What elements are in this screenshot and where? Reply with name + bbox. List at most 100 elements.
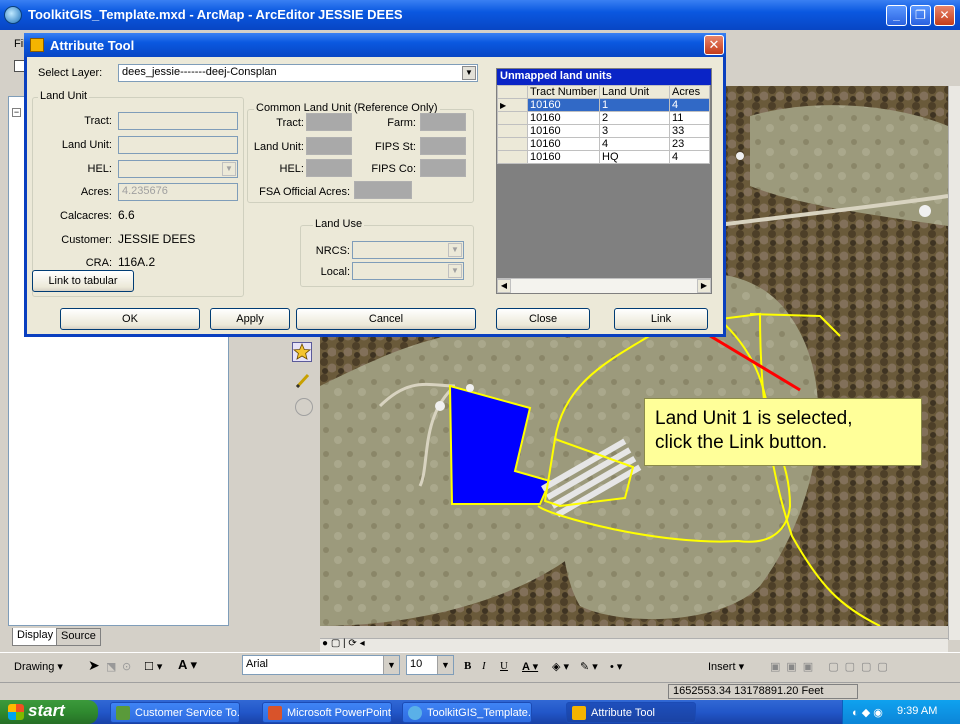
- chevron-down-icon[interactable]: ▼: [222, 162, 236, 176]
- select-arrow-icon[interactable]: ➤: [88, 657, 100, 674]
- underline-icon[interactable]: U: [500, 660, 508, 672]
- clu-hel-field: [306, 159, 352, 177]
- chevron-down-icon[interactable]: ▼: [462, 66, 476, 80]
- select-layer-value: dees_jessie-------deej-Consplan: [122, 66, 277, 78]
- acres-cell[interactable]: 23: [669, 137, 710, 151]
- tab-source[interactable]: Source: [56, 628, 101, 646]
- layout-tools-icon[interactable]: ▣▣▣ ▢▢▢▢: [770, 660, 894, 673]
- marker-color-icon[interactable]: • ▾: [610, 660, 622, 673]
- dialog-close-button[interactable]: ✕: [704, 35, 724, 55]
- select-layer-dropdown[interactable]: dees_jessie-------deej-Consplan ▼: [118, 64, 478, 82]
- land-unit-cell[interactable]: 3: [599, 124, 670, 138]
- close-button[interactable]: ✕: [934, 5, 955, 26]
- grid-table[interactable]: Tract Number Land Unit Acres ▶ 10160 1 4…: [497, 85, 710, 164]
- column-header-acres[interactable]: Acres: [669, 85, 710, 99]
- acres-cell[interactable]: 33: [669, 124, 710, 138]
- task-arcmap[interactable]: ToolkitGIS_Template....: [402, 702, 532, 723]
- tray-icons[interactable]: ◐ ◆ ◉: [852, 706, 883, 719]
- star-icon[interactable]: [292, 342, 312, 362]
- table-row[interactable]: 10160 HQ 4: [497, 150, 710, 164]
- column-header-tract[interactable]: Tract Number: [527, 85, 600, 99]
- tract-cell[interactable]: 10160: [527, 137, 600, 151]
- local-dropdown[interactable]: ▼: [352, 262, 464, 280]
- acres-cell[interactable]: 11: [669, 111, 710, 125]
- font-name-combo[interactable]: Arial ▼: [242, 655, 400, 675]
- bold-icon[interactable]: B: [464, 660, 471, 672]
- land-unit-cell[interactable]: 2: [599, 111, 670, 125]
- table-row[interactable]: ▶ 10160 1 4: [497, 98, 710, 112]
- task-attribute-tool[interactable]: Attribute Tool: [566, 702, 696, 723]
- map-horizontal-scrollbar[interactable]: [320, 638, 948, 652]
- chevron-down-icon[interactable]: ▼: [437, 656, 453, 674]
- table-icon: [30, 38, 44, 52]
- hel-dropdown[interactable]: ▼: [118, 160, 238, 178]
- callout-line-1: Land Unit 1 is selected,: [655, 408, 853, 429]
- tract-cell[interactable]: 10160: [527, 124, 600, 138]
- nrcs-label: NRCS:: [315, 245, 350, 257]
- table-row[interactable]: 10160 2 11: [497, 111, 710, 125]
- zoom-icon[interactable]: ⊙: [122, 660, 131, 673]
- current-row-icon: ▶: [497, 98, 528, 112]
- nrcs-dropdown[interactable]: ▼: [352, 241, 464, 259]
- clu-fips-st-field: [420, 137, 466, 155]
- italic-icon[interactable]: I: [482, 660, 486, 672]
- land-unit-cell[interactable]: HQ: [599, 150, 670, 164]
- column-header-land-unit[interactable]: Land Unit: [599, 85, 670, 99]
- toc-expand-icon[interactable]: −: [12, 108, 21, 117]
- rotate-icon[interactable]: ⬔: [106, 660, 116, 673]
- minimize-button[interactable]: _: [886, 5, 907, 26]
- fill-color-icon[interactable]: ◈ ▾: [552, 660, 569, 673]
- link-button[interactable]: Link: [614, 308, 708, 330]
- land-unit-cell[interactable]: 4: [599, 137, 670, 151]
- link-to-tabular-button[interactable]: Link to tabular: [32, 270, 134, 292]
- rectangle-icon[interactable]: ☐ ▾: [144, 660, 162, 673]
- clock[interactable]: 9:39 AM: [897, 705, 937, 717]
- tract-label: Tract:: [84, 115, 112, 127]
- clu-land-unit-field: [306, 137, 352, 155]
- insert-menu[interactable]: Insert ▾: [708, 660, 744, 673]
- scroll-left-icon[interactable]: ◀: [497, 279, 511, 293]
- land-unit-cell[interactable]: 1: [599, 98, 670, 112]
- tract-cell[interactable]: 10160: [527, 111, 600, 125]
- acres-field[interactable]: 4.235676: [118, 183, 238, 201]
- chevron-down-icon[interactable]: ▼: [383, 656, 399, 674]
- apply-button[interactable]: Apply: [210, 308, 290, 330]
- line-color-icon[interactable]: ✎ ▾: [580, 660, 598, 673]
- chevron-down-icon[interactable]: ▼: [448, 264, 462, 278]
- task-customer-service[interactable]: Customer Service To...: [110, 702, 240, 723]
- tab-display[interactable]: Display: [12, 628, 59, 646]
- task-label: ToolkitGIS_Template....: [427, 707, 532, 719]
- font-size-value: 10: [410, 658, 423, 670]
- circle-icon[interactable]: [295, 398, 313, 416]
- dialog-title-bar[interactable]: Attribute Tool: [24, 33, 726, 57]
- map-vertical-scrollbar[interactable]: [948, 86, 960, 640]
- cancel-button[interactable]: Cancel: [296, 308, 476, 330]
- customer-label: Customer:: [61, 234, 112, 246]
- tract-field[interactable]: [118, 112, 238, 130]
- pencil-icon[interactable]: [294, 372, 312, 390]
- ok-button[interactable]: OK: [60, 308, 200, 330]
- app-owner: JESSIE DEES: [318, 7, 403, 22]
- font-color-icon[interactable]: A ▾: [522, 660, 538, 673]
- land-unit-field[interactable]: [118, 136, 238, 154]
- task-powerpoint[interactable]: Microsoft PowerPoint ...: [262, 702, 392, 723]
- scroll-right-icon[interactable]: ▶: [697, 279, 711, 293]
- table-row[interactable]: 10160 4 23: [497, 137, 710, 151]
- tract-cell[interactable]: 10160: [527, 150, 600, 164]
- close-dialog-button[interactable]: Close: [496, 308, 590, 330]
- chevron-down-icon[interactable]: ▼: [448, 243, 462, 257]
- font-size-combo[interactable]: 10 ▼: [406, 655, 454, 675]
- table-row[interactable]: 10160 3 33: [497, 124, 710, 138]
- tract-cell[interactable]: 10160: [527, 98, 600, 112]
- drawing-menu[interactable]: Drawing ▾: [14, 660, 63, 673]
- row-header-cell: [497, 85, 528, 99]
- font-name-value: Arial: [246, 658, 269, 670]
- layout-view-toggle[interactable]: ● ▢ | ⟳ ◂: [322, 638, 368, 652]
- cra-value: 116A.2: [118, 255, 156, 269]
- grid-header-row: Tract Number Land Unit Acres: [497, 85, 710, 99]
- restore-button[interactable]: ❐: [910, 5, 931, 26]
- acres-cell[interactable]: 4: [669, 150, 710, 164]
- acres-cell[interactable]: 4: [669, 98, 710, 112]
- grid-horizontal-scrollbar[interactable]: ◀ ▶: [497, 278, 711, 293]
- text-tool-icon[interactable]: A ▾: [178, 657, 197, 673]
